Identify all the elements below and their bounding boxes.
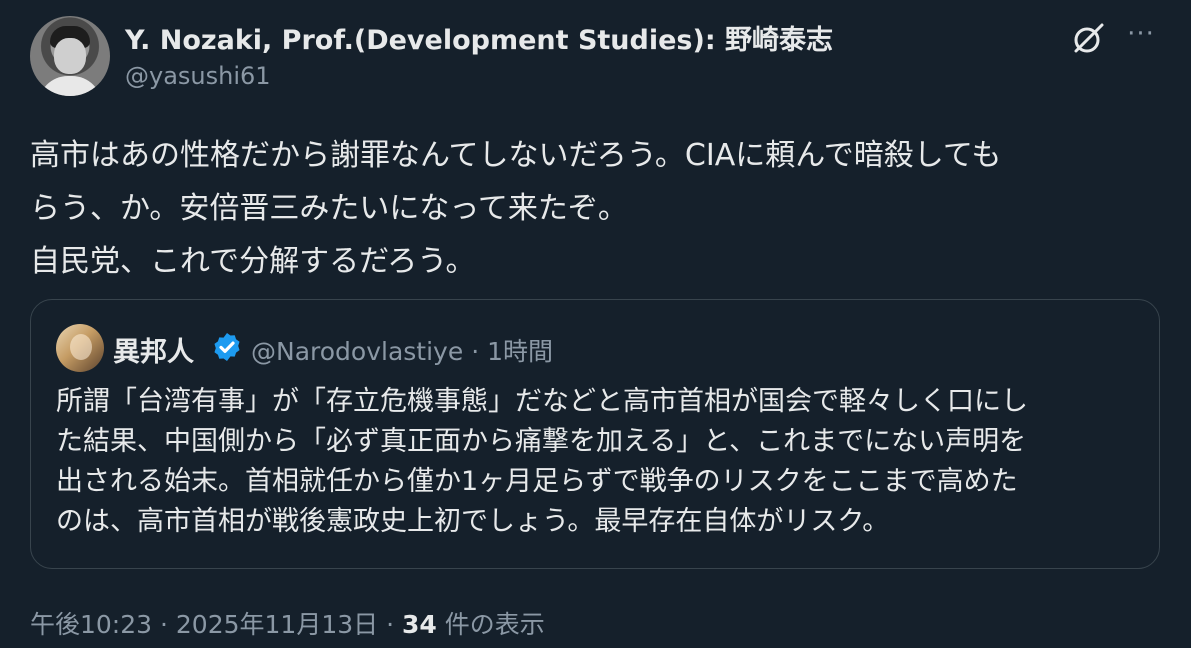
quoted-author-avatar[interactable] [56, 324, 104, 372]
tweet-footer: 午後10:23 · 2025年11月13日 · 34 件の表示 [30, 605, 545, 641]
tweet-container: Y. Nozaki, Prof.(Development Studies): 野… [0, 0, 1191, 648]
quoted-text-line: 所謂「台湾有事」が「存立危機事態」だなどと高市首相が国会で軽々しく口にし [56, 386, 1028, 417]
quoted-time[interactable]: 1時間 [487, 337, 553, 366]
quoted-text-line: のは、高市首相が戦後憲政史上初でしょう。最早存在自体がリスク。 [56, 506, 890, 537]
grok-icon[interactable] [1071, 20, 1107, 56]
avatar-shirt [38, 76, 102, 96]
quoted-meta: @Narodovlastiye · 1時間 [251, 332, 553, 368]
view-count: 34 [402, 610, 437, 639]
quoted-author-handle[interactable]: @Narodovlastiye [251, 337, 463, 366]
footer-separator: · [160, 610, 168, 639]
post-date[interactable]: 2025年11月13日 [176, 610, 378, 639]
quoted-author-name[interactable]: 異邦人 [113, 330, 194, 369]
tweet-text-line: 高市はあの性格だから謝罪なんてしないだろう。CIAに頼んで暗殺しても [30, 138, 1002, 173]
tweet-text-line: らう、か。安倍晋三みたいになって来たぞ。 [30, 191, 628, 226]
footer-separator: · [386, 610, 395, 639]
post-time[interactable]: 午後10:23 [30, 610, 152, 639]
meta-separator: · [471, 337, 480, 366]
quoted-text-line: 出される始末。首相就任から僅か1ヶ月足らずで戦争のリスクをここまで高めた [56, 466, 1018, 497]
quoted-text-line: た結果、中国側から「必ず真正面から痛撃を加える」と、これまでにない声明を [56, 426, 1027, 457]
quoted-text: 所謂「台湾有事」が「存立危機事態」だなどと高市首相が国会で軽々しく口にし た結果… [56, 382, 1141, 542]
view-label: 件の表示 [444, 610, 545, 639]
author-display-name[interactable]: Y. Nozaki, Prof.(Development Studies): 野… [125, 18, 833, 57]
author-handle[interactable]: @yasushi61 [125, 62, 271, 90]
tweet-text: 高市はあの性格だから謝罪なんてしないだろう。CIAに頼んで暗殺しても らう、か。… [30, 129, 1160, 288]
verified-badge-icon [214, 333, 240, 361]
avatar-face [54, 38, 86, 74]
tweet-text-line: 自民党、これで分解するだろう。 [30, 244, 476, 279]
more-options-icon[interactable]: ··· [1124, 21, 1158, 48]
author-avatar[interactable] [30, 16, 110, 96]
quoted-tweet[interactable]: 異邦人 @Narodovlastiye · 1時間 所謂「台湾有事」が「存立危機… [30, 299, 1160, 569]
